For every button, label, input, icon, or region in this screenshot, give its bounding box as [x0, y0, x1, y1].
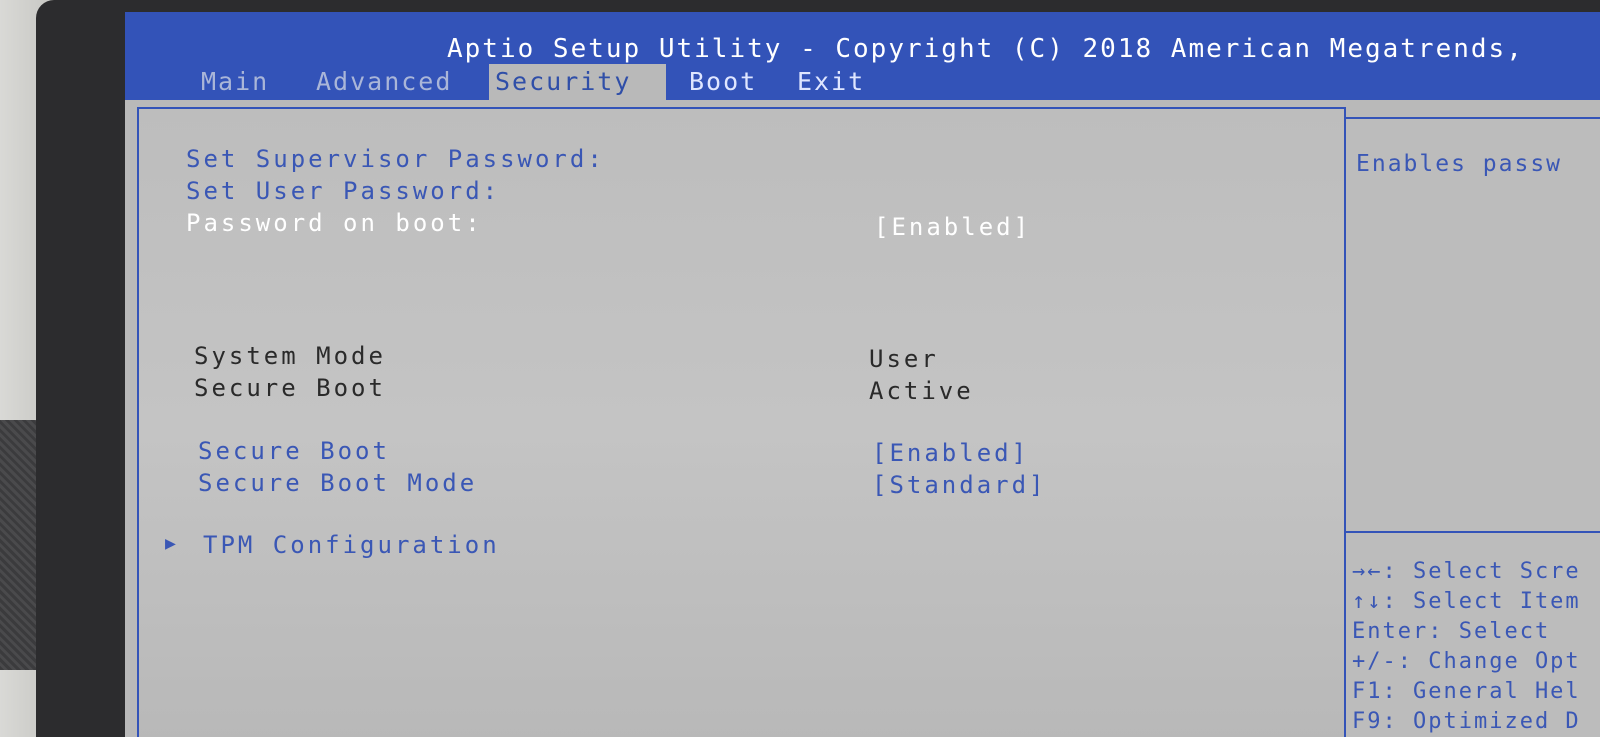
- key-hint-enter: Enter: Select: [1352, 619, 1551, 644]
- system-mode-value: User: [869, 345, 939, 373]
- bios-header: Aptio Setup Utility - Copyright (C) 2018…: [125, 12, 1600, 100]
- secure-boot-item[interactable]: Secure Boot: [198, 437, 390, 465]
- tab-boot[interactable]: Boot: [683, 64, 763, 100]
- secure-boot-status-value: Active: [869, 377, 974, 405]
- security-panel: Set Supervisor Password: Set User Passwo…: [137, 107, 1346, 737]
- tpm-configuration-item[interactable]: TPM Configuration: [203, 531, 500, 559]
- system-mode-label: System Mode: [194, 342, 386, 370]
- password-on-boot-value[interactable]: [Enabled]: [874, 213, 1031, 241]
- tab-main[interactable]: Main: [195, 64, 275, 100]
- key-hint-optimized-defaults: F9: Optimized D: [1352, 709, 1581, 734]
- help-description: Enables passw: [1356, 151, 1563, 177]
- submenu-arrow-icon: ▶: [165, 533, 179, 554]
- tab-advanced[interactable]: Advanced: [310, 64, 458, 100]
- user-password-item[interactable]: Set User Password:: [186, 177, 500, 205]
- tab-exit[interactable]: Exit: [791, 64, 871, 100]
- key-hint-select-screen: →←: Select Scre: [1352, 559, 1581, 584]
- secure-boot-mode-item[interactable]: Secure Boot Mode: [198, 469, 477, 497]
- secure-boot-status-label: Secure Boot: [194, 374, 386, 402]
- help-panel: Enables passw →←: Select Scre ↑↓: Select…: [1344, 117, 1600, 737]
- key-hint-select-item: ↑↓: Select Item: [1352, 589, 1581, 614]
- password-on-boot-item[interactable]: Password on boot:: [186, 209, 483, 237]
- secure-boot-mode-value[interactable]: [Standard]: [872, 471, 1047, 499]
- secure-boot-value[interactable]: [Enabled]: [872, 439, 1029, 467]
- key-hint-change-option: +/-: Change Opt: [1352, 649, 1581, 674]
- bios-title: Aptio Setup Utility - Copyright (C) 2018…: [447, 34, 1524, 64]
- supervisor-password-item[interactable]: Set Supervisor Password:: [186, 145, 605, 173]
- bios-screen: Aptio Setup Utility - Copyright (C) 2018…: [125, 12, 1600, 737]
- key-hint-general-help: F1: General Hel: [1352, 679, 1581, 704]
- tab-security[interactable]: Security: [489, 64, 666, 100]
- help-divider: [1346, 531, 1600, 533]
